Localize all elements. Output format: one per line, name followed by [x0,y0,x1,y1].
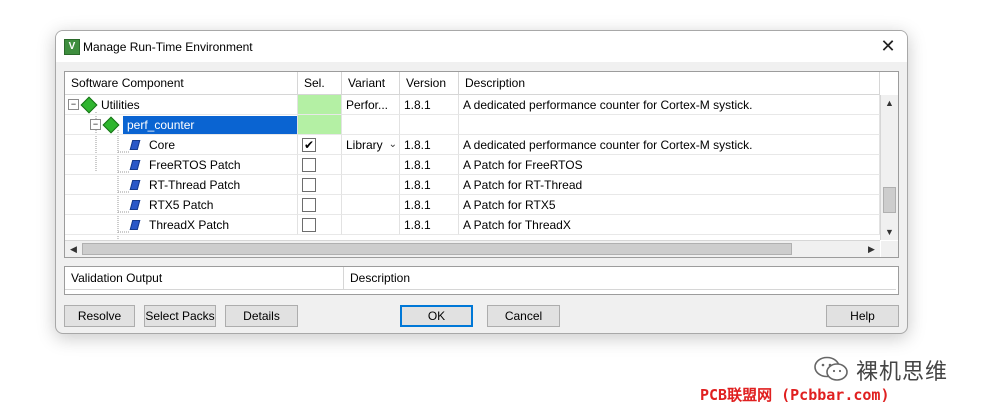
version-cell [400,115,459,135]
table-row[interactable]: Core ✔ Library ⌄ 1.8.1 A dedicated perfo… [65,135,880,155]
description-cell: A Patch for FreeRTOS [459,155,880,175]
select-packs-button[interactable]: Select Packs [144,305,216,327]
col-header-sel[interactable]: Sel. [298,72,342,95]
horizontal-scrollbar[interactable]: ◀ ▶ [65,240,880,257]
variant-dropdown[interactable]: Library ⌄ [342,135,400,155]
component-grid: Software Component Sel. Variant Version … [64,71,899,258]
description-cell: A Patch for RT-Thread [459,175,880,195]
version-cell: 1.8.1 [400,135,459,155]
variant-cell [342,195,400,215]
help-button[interactable]: Help [826,305,899,327]
select-checkbox[interactable] [302,198,316,212]
component-group-icon [102,116,120,134]
scroll-up-icon[interactable]: ▲ [883,97,896,110]
window-title: Manage Run-Time Environment [83,40,253,54]
variant-cell [342,215,400,235]
select-checkbox[interactable] [302,218,316,232]
scroll-right-icon[interactable]: ▶ [865,242,878,256]
description-cell: A Patch for ThreadX [459,215,880,235]
variant-value: Library [346,138,383,152]
validation-output-panel: Validation Output Description [64,266,899,295]
sub-component-icon [129,179,141,190]
table-row-selected[interactable]: − perf_counter [65,115,880,135]
watermark-name: 裸机思维 [856,360,949,385]
cancel-button[interactable]: Cancel [487,305,560,327]
wechat-logo-icon [814,356,848,381]
variant-cell [342,175,400,195]
table-row[interactable]: − Utilities Perfor... 1.8.1 A dedicated p… [65,95,880,115]
sub-component-icon [129,139,141,150]
version-cell: 1.8.1 [400,95,459,115]
sub-component-icon [129,199,141,210]
select-checkbox[interactable] [302,158,316,172]
details-button[interactable]: Details [225,305,298,327]
component-name: perf_counter [123,116,297,134]
component-name: RT-Thread Patch [149,178,241,192]
table-row[interactable]: RTX5 Patch 1.8.1 A Patch for RTX5 [65,195,880,215]
sel-cell [298,115,342,135]
horizontal-scroll-thumb[interactable] [82,243,792,255]
watermark-url: PCB联盟网 (Pcbbar.com) [700,386,890,404]
vertical-scroll-thumb[interactable] [883,187,896,213]
select-checkbox[interactable] [302,178,316,192]
close-button[interactable]: ✕ [875,34,901,58]
select-checkbox[interactable]: ✔ [302,138,316,152]
component-name: RTX5 Patch [149,198,214,212]
sub-component-icon [129,159,141,170]
chevron-down-icon[interactable]: ⌄ [389,135,397,154]
variant-cell [342,115,400,135]
table-row[interactable]: RT-Thread Patch 1.8.1 A Patch for RT-Thr… [65,175,880,195]
col-header-variant[interactable]: Variant [342,72,400,95]
description-cell: A Patch for RTX5 [459,195,880,215]
version-cell: 1.8.1 [400,175,459,195]
collapse-toggle-icon[interactable]: − [90,119,101,131]
ok-button[interactable]: OK [400,305,473,327]
description-cell [459,115,880,135]
resolve-button[interactable]: Resolve [64,305,135,327]
col-header-validation-output[interactable]: Validation Output [65,267,344,290]
variant-cell: Perfor... [342,95,400,115]
scrollbar-corner [881,241,898,257]
sel-cell [298,95,342,115]
component-name: Core [149,138,176,152]
version-cell: 1.8.1 [400,155,459,175]
scroll-left-icon[interactable]: ◀ [67,242,80,256]
version-cell: 1.8.1 [400,215,459,235]
table-row[interactable]: FreeRTOS Patch 1.8.1 A Patch for FreeRTO… [65,155,880,175]
description-cell: A dedicated performance counter for Cort… [459,95,880,115]
component-group-icon [80,96,98,114]
sub-component-icon [129,219,141,230]
col-header-component[interactable]: Software Component [65,72,298,95]
scroll-down-icon[interactable]: ▼ [883,226,896,239]
version-cell: 1.8.1 [400,195,459,215]
app-icon: V [64,39,80,55]
component-name: Utilities [101,98,140,112]
variant-cell [342,155,400,175]
component-name: FreeRTOS Patch [149,158,241,172]
component-name: ThreadX Patch [149,218,230,232]
rte-dialog: V Manage Run-Time Environment ✕ Software… [55,30,908,334]
table-row[interactable]: ThreadX Patch 1.8.1 A Patch for ThreadX [65,215,880,235]
col-header-version[interactable]: Version [400,72,459,95]
description-cell: A dedicated performance counter for Cort… [459,135,880,155]
collapse-toggle-icon[interactable]: − [68,99,79,111]
title-bar: V Manage Run-Time Environment ✕ [56,31,907,62]
vertical-scrollbar[interactable]: ▲ ▼ [880,95,898,240]
col-header-validation-description[interactable]: Description [344,267,896,290]
col-header-description[interactable]: Description [459,72,880,95]
